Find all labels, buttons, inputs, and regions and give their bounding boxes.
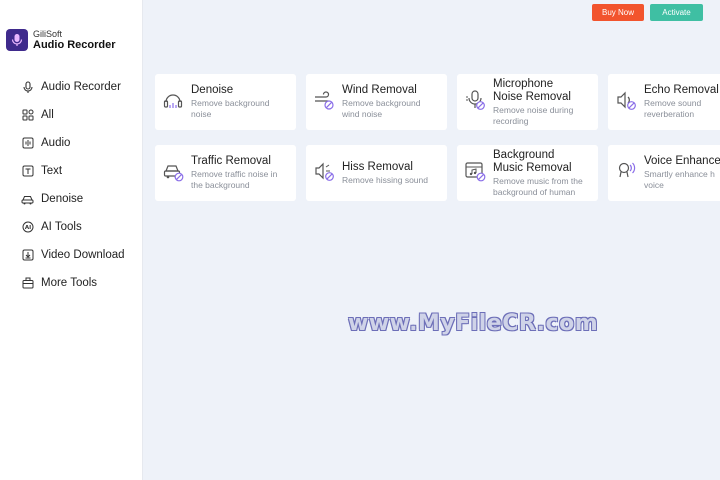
download-icon: [21, 249, 34, 262]
denoise-icon: [162, 89, 184, 111]
app-logo-icon: [6, 29, 28, 51]
tool-card-wind-removal[interactable]: Wind Removal Remove background wind nois…: [306, 74, 447, 130]
tool-card-hiss-removal[interactable]: Hiss Removal Remove hissing sound: [306, 145, 447, 201]
watermark: www.MyFileCR.com: [348, 311, 599, 336]
tool-desc: Remove sound reverberation: [644, 98, 702, 119]
svg-text:AI: AI: [24, 225, 30, 231]
sidebar-item-audio-recorder[interactable]: Audio Recorder: [0, 73, 142, 101]
tool-card-traffic-removal[interactable]: Traffic Removal Remove traffic noise in …: [155, 145, 296, 201]
voice-enhance-icon: [615, 160, 637, 182]
sidebar-item-label: More Tools: [41, 277, 98, 289]
tool-title: Traffic Removal: [191, 155, 271, 167]
sidebar-nav: Audio Recorder All Audio Text Denoise AI…: [0, 73, 142, 297]
sidebar-item-audio[interactable]: Audio: [0, 129, 142, 157]
tool-desc: Remove background wind noise: [342, 98, 421, 119]
tool-card-voice-enhance[interactable]: Voice Enhance Smartly enhance h voice: [608, 145, 720, 201]
echo-icon: [615, 89, 637, 111]
tool-title: Wind Removal: [342, 84, 417, 96]
grid-icon: [21, 109, 34, 122]
tool-desc: Remove music from the background of huma…: [493, 175, 583, 197]
brand-name: Audio Recorder: [33, 39, 116, 51]
tool-title: Denoise: [191, 84, 234, 96]
tool-desc: Remove background noise: [191, 98, 270, 119]
tool-title: Hiss Removal: [342, 160, 413, 173]
activate-button[interactable]: Activate: [650, 4, 703, 21]
sidebar-item-ai-tools[interactable]: AI AI Tools: [0, 213, 142, 241]
sidebar: GiliSoft Audio Recorder Audio Recorder A…: [0, 0, 143, 480]
hiss-icon: [313, 160, 335, 182]
sidebar-item-label: Audio Recorder: [41, 81, 121, 93]
tool-title: Voice Enhance: [644, 155, 720, 167]
microphone-icon: [21, 80, 34, 94]
sidebar-item-label: Denoise: [41, 193, 84, 205]
tool-card-microphone-noise-removal[interactable]: Microphone Noise Removal Remove noise du…: [457, 74, 598, 130]
tool-title: Background Music Removal: [493, 148, 572, 174]
microphone-noise-icon: [464, 89, 486, 111]
sidebar-item-video-download[interactable]: Video Download: [0, 241, 142, 269]
ai-icon: AI: [21, 221, 34, 234]
sidebar-item-more-tools[interactable]: More Tools: [0, 269, 142, 297]
tool-desc: Smartly enhance h voice: [644, 169, 715, 190]
tool-title: Echo Removal: [644, 84, 719, 96]
brand: GiliSoft Audio Recorder: [6, 29, 116, 51]
sidebar-item-label: All: [41, 109, 54, 121]
sidebar-item-text[interactable]: Text: [0, 157, 142, 185]
car-icon: [21, 193, 34, 206]
sidebar-item-label: Audio: [41, 137, 71, 149]
tool-card-echo-removal[interactable]: Echo Removal Remove sound reverberation: [608, 74, 720, 130]
sidebar-item-denoise[interactable]: Denoise: [0, 185, 142, 213]
text-icon: [21, 165, 34, 178]
tool-desc: Remove noise during recording: [493, 104, 574, 126]
tool-title: Microphone Noise Removal: [493, 77, 571, 103]
tool-desc: Remove hissing sound: [342, 174, 428, 185]
tool-card-denoise[interactable]: Denoise Remove background noise: [155, 74, 296, 130]
tool-desc: Remove traffic noise in the background: [191, 169, 278, 190]
traffic-icon: [162, 160, 184, 182]
main-content: Buy Now Activate Denoise Remove backgrou…: [143, 0, 720, 480]
tool-card-background-music-removal[interactable]: Background Music Removal Remove music fr…: [457, 145, 598, 201]
music-removal-icon: [464, 160, 486, 182]
wind-icon: [313, 89, 335, 111]
sidebar-item-all[interactable]: All: [0, 101, 142, 129]
sidebar-item-label: Video Download: [41, 249, 125, 261]
sidebar-item-label: AI Tools: [41, 221, 82, 233]
buy-now-button[interactable]: Buy Now: [592, 4, 644, 21]
sidebar-item-label: Text: [41, 165, 63, 177]
audio-icon: [21, 137, 34, 150]
toolbox-icon: [21, 277, 34, 290]
